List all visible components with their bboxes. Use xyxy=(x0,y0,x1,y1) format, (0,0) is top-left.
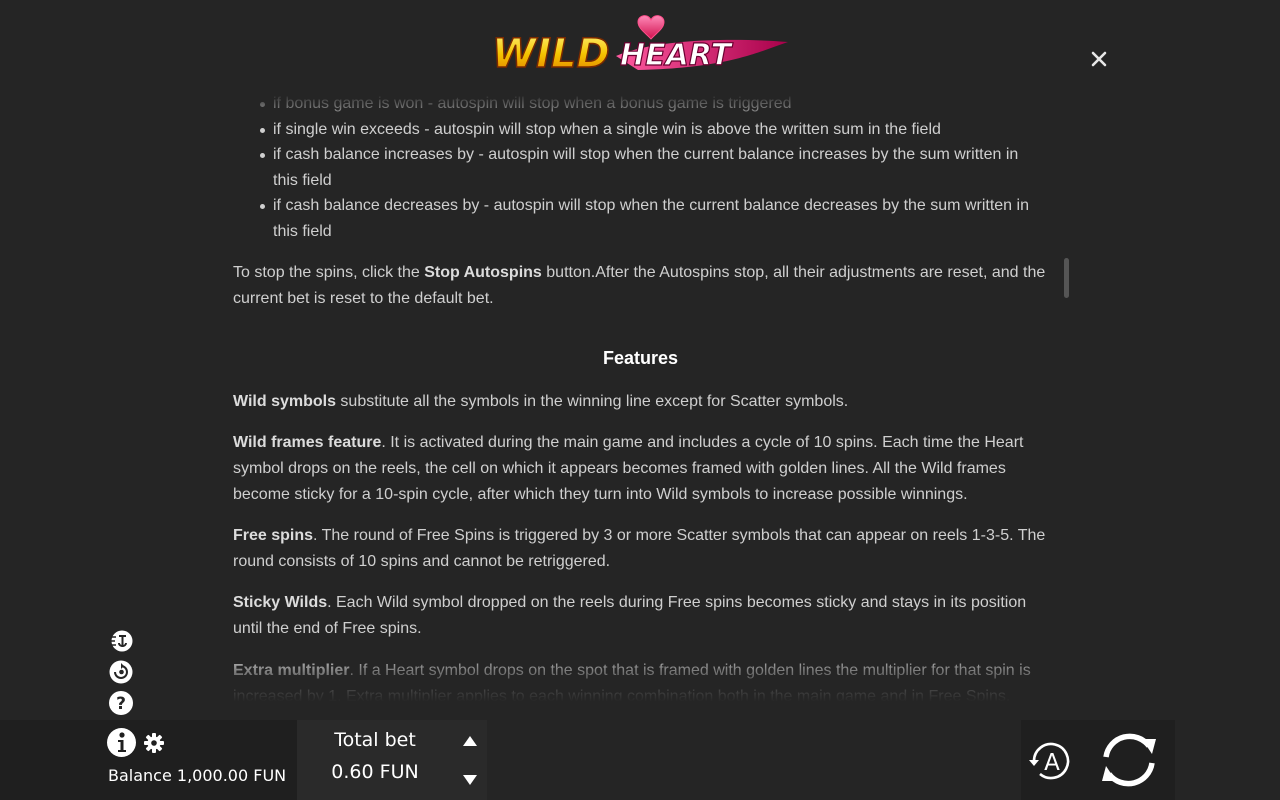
feature-paragraph: Extra multiplier. If a Heart symbol drop… xyxy=(233,662,1031,702)
autoplay-icon: A xyxy=(1029,742,1070,780)
list-item: if cash balance decreases by - autospin … xyxy=(233,193,1043,244)
settings-button[interactable] xyxy=(143,732,165,754)
stop-autospins-paragraph: To stop the spins, click the Stop Autosp… xyxy=(233,264,1046,307)
rules-content: if bonus game is won - autospin will sto… xyxy=(233,90,1048,702)
autoplay-button[interactable]: A xyxy=(1026,736,1076,786)
feature-paragraph: Wild symbols substitute all the symbols … xyxy=(233,393,849,410)
gear-icon xyxy=(144,733,164,753)
rules-scroll-area[interactable]: if bonus game is won - autospin will sto… xyxy=(233,90,1048,702)
autospin-icon xyxy=(109,660,133,684)
bet-decrease-button[interactable] xyxy=(456,766,484,794)
turbo-icon xyxy=(109,630,133,652)
scrollbar-thumb[interactable] xyxy=(1064,258,1069,298)
stop-autospins-label: Stop Autospins xyxy=(424,264,542,281)
logo-word-wild: WILD xyxy=(492,31,610,77)
rules-screen: WILD HEART if bonus game is won - autosp… xyxy=(0,0,1280,800)
bottom-bar-gap xyxy=(487,720,1021,800)
svg-text:?: ? xyxy=(116,694,126,714)
info-icon xyxy=(107,728,136,757)
total-bet-value: 0.60 FUN xyxy=(331,761,419,783)
spin-button[interactable] xyxy=(1094,727,1164,793)
feature-paragraph: Wild frames feature. It is activated dur… xyxy=(233,434,1024,503)
list-item: if single win exceeds - autospin will st… xyxy=(233,117,1043,143)
list-item: if cash balance increases by - autospin … xyxy=(233,142,1043,193)
autospin-side-button[interactable] xyxy=(108,659,134,685)
balance-value: 1,000.00 FUN xyxy=(176,766,287,785)
autospin-stop-options: if bonus game is won - autospin will sto… xyxy=(233,91,1048,244)
features-heading: Features xyxy=(602,348,679,368)
close-button[interactable] xyxy=(1084,44,1114,74)
info-button[interactable] xyxy=(106,727,137,758)
turbo-spin-button[interactable] xyxy=(108,628,134,654)
feature-paragraph: Free spins. The round of Free Spins is t… xyxy=(233,527,1046,570)
refresh-icon xyxy=(1102,733,1156,787)
bottom-bar-edge xyxy=(1175,720,1280,800)
help-button[interactable]: ? xyxy=(108,690,134,716)
balance-display: Balance 1,000.00 FUN xyxy=(108,766,286,785)
game-logo: WILD HEART xyxy=(488,12,793,80)
feature-paragraph: Sticky Wilds. Each Wild symbol dropped o… xyxy=(233,594,1027,637)
arrow-up-icon xyxy=(463,736,477,746)
svg-text:A: A xyxy=(1044,750,1060,776)
balance-label: Balance xyxy=(108,766,172,785)
close-icon xyxy=(1091,51,1107,67)
list-item: if bonus game is won - autospin will sto… xyxy=(233,91,1043,117)
arrow-down-icon xyxy=(463,775,477,785)
bet-increase-button[interactable] xyxy=(456,727,484,755)
total-bet-label: Total bet xyxy=(334,729,416,751)
logo-word-heart: HEART xyxy=(620,38,734,73)
help-icon: ? xyxy=(109,691,133,715)
